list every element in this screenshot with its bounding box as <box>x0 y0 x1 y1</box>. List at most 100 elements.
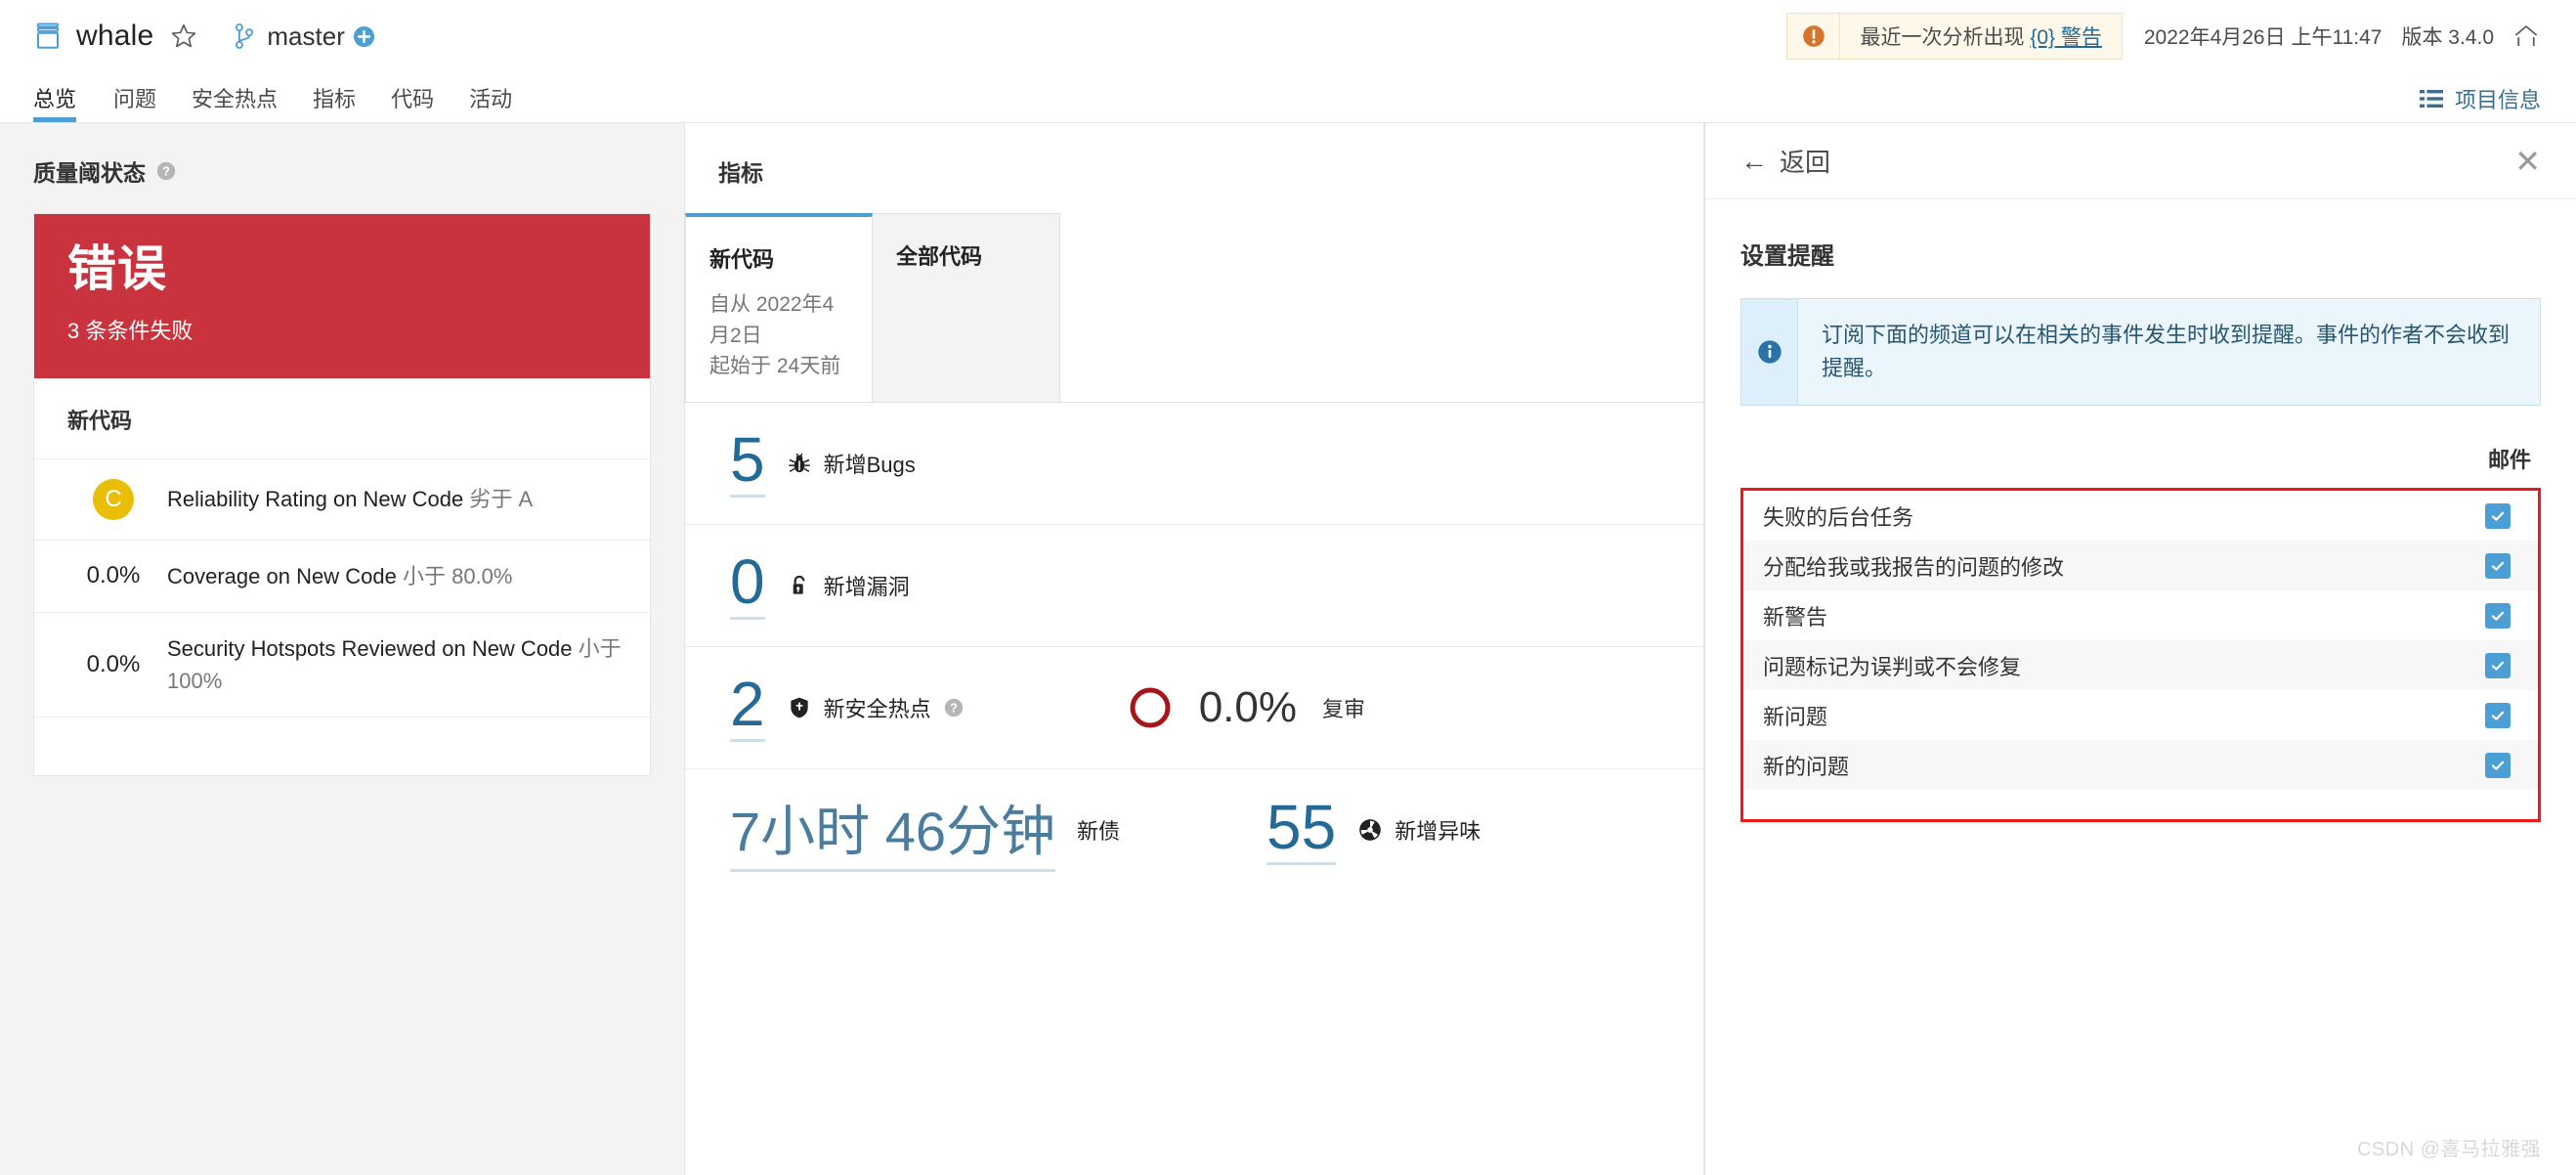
quality-gate-card-footer <box>34 716 650 775</box>
metric-value[interactable]: 5 <box>730 428 765 498</box>
condition-operator: 小于 <box>402 563 446 588</box>
metric-value[interactable]: 2 <box>730 673 765 742</box>
quality-gate-condition-row[interactable]: C Reliability Rating on New Code 劣于 A <box>34 457 650 540</box>
help-icon[interactable]: ? <box>155 160 177 182</box>
quality-gate-card: 错误 3 条条件失败 新代码 C Reliability Rating on N… <box>33 213 651 776</box>
vulnerability-icon <box>787 573 812 598</box>
notification-label: 新警告 <box>1763 604 1828 630</box>
donut-chart-icon <box>1127 684 1174 731</box>
measures-header: 指标 <box>685 154 1703 188</box>
nav-tab-issues[interactable]: 问题 <box>96 72 174 122</box>
quality-gate-column: 质量阈状态 ? 错误 3 条条件失败 新代码 C Reliability Rat… <box>0 123 684 1175</box>
notification-row[interactable]: 新问题 <box>1743 690 2538 741</box>
back-button[interactable]: ← 返回 <box>1740 143 1830 179</box>
notification-checkbox[interactable] <box>2485 602 2511 629</box>
condition-threshold: 100% <box>167 668 223 693</box>
measures-section-title: 指标 <box>718 160 763 186</box>
home-icon[interactable] <box>2512 22 2541 51</box>
technical-debt-label: 新债 <box>1077 819 1121 844</box>
metric-label: 新增Bugs <box>787 448 916 479</box>
period-tab-title: 新代码 <box>709 247 775 272</box>
metric-label-text: 新增Bugs <box>823 452 916 477</box>
notification-row[interactable]: 新警告 <box>1743 590 2538 641</box>
notification-row[interactable]: 问题标记为误判或不会修复 <box>1743 640 2538 691</box>
info-icon <box>1741 299 1798 406</box>
app-root: whale master 最近一次分析出现 {0} 警告 2022年4月26日 … <box>0 0 2576 1175</box>
nav-tab-code[interactable]: 代码 <box>373 72 451 122</box>
notification-checkbox[interactable] <box>2485 702 2511 728</box>
close-icon[interactable]: ✕ <box>2514 146 2541 177</box>
condition-metric: Security Hotspots Reviewed on New Code <box>167 635 573 661</box>
review-percent-value: 0.0% <box>1198 682 1297 731</box>
notification-checkbox[interactable] <box>2485 752 2511 778</box>
period-tab-title: 全部代码 <box>896 244 983 269</box>
nav-tab-security-hotspots[interactable]: 安全热点 <box>174 72 295 122</box>
analysis-warning-box[interactable]: 最近一次分析出现 {0} 警告 <box>1786 13 2123 60</box>
quality-gate-status-banner: 错误 3 条条件失败 <box>34 214 650 378</box>
condition-label: Coverage on New Code 小于 80.0% <box>167 560 512 592</box>
quality-gate-condition-row[interactable]: 0.0% Security Hotspots Reviewed on New C… <box>34 611 650 717</box>
branch-name: master <box>267 21 345 51</box>
metric-row-security-hotspots[interactable]: 2 新安全热点 ? 0.0% 复审 <box>685 647 1703 769</box>
metric-row-bugs[interactable]: 5 新增Bugs <box>685 403 1703 525</box>
metric-value[interactable]: 0 <box>730 550 765 620</box>
help-icon[interactable]: ? <box>943 697 965 718</box>
metric-label: 新安全热点 ? <box>787 692 965 723</box>
project-information-button[interactable]: 项目信息 <box>2419 83 2541 122</box>
condition-threshold: 80.0% <box>451 563 513 588</box>
nav-tab-measures[interactable]: 指标 <box>295 72 373 122</box>
metric-row-vulnerabilities[interactable]: 0 新增漏洞 <box>685 525 1703 647</box>
back-button-label: 返回 <box>1780 148 1831 177</box>
code-smells-group[interactable]: 55 新增异味 <box>1267 796 1481 865</box>
quality-gate-title-text: 质量阈状态 <box>33 160 146 186</box>
metric-row-debt-and-smells: 7小时 46分钟 新债 55 新增异味 <box>685 769 1703 892</box>
condition-value: C <box>60 478 167 520</box>
project-identity: whale master <box>33 20 375 53</box>
notification-label: 新的问题 <box>1763 754 1850 779</box>
notification-row[interactable]: 分配给我或我报告的问题的修改 <box>1743 541 2538 591</box>
notification-checkbox[interactable] <box>2485 652 2511 678</box>
condition-value: 0.0% <box>86 562 141 588</box>
notification-checkbox[interactable] <box>2485 552 2511 579</box>
watermark: CSDN @喜马拉雅强 <box>2356 1139 2541 1160</box>
code-smells-value[interactable]: 55 <box>1267 796 1337 865</box>
analysis-warning-text: 最近一次分析出现 {0} 警告 <box>1840 22 2121 51</box>
technical-debt-value[interactable]: 7小时 46分钟 <box>730 788 1055 872</box>
nav-tab-activity[interactable]: 活动 <box>451 72 530 122</box>
channel-header-email: 邮件 <box>2487 448 2531 473</box>
period-tab-started: 起始于 24天前 <box>709 355 841 377</box>
quality-gate-condition-row[interactable]: 0.0% Coverage on New Code 小于 80.0% <box>34 539 650 612</box>
notifications-panel-title: 设置提醒 <box>1740 243 1834 270</box>
svg-text:?: ? <box>162 164 170 179</box>
branch-icon <box>234 22 255 50</box>
measures-inner: 指标 新代码 自从 2022年4月2日 起始于 24天前 全部代码 5 新增Bu… <box>685 123 1703 892</box>
branch-selector[interactable]: master <box>234 21 345 52</box>
project-name[interactable]: whale <box>76 20 153 53</box>
notification-row[interactable]: 失败的后台任务 <box>1743 491 2538 542</box>
arrow-left-icon: ← <box>1740 145 1768 176</box>
notifications-panel-body: 设置提醒 订阅下面的频道可以在相关的事件发生时收到提醒。事件的作者不会收到提醒。… <box>1705 199 2576 823</box>
condition-value: 0.0% <box>86 650 141 677</box>
condition-label: Reliability Rating on New Code 劣于 A <box>167 483 533 515</box>
metric-label-text: 新增漏洞 <box>823 574 910 599</box>
notification-table-footer <box>1743 790 2538 820</box>
notification-row[interactable]: 新的问题 <box>1743 740 2538 791</box>
warning-count-link[interactable]: {0} 警告 <box>2030 26 2102 49</box>
quality-gate-group-title: 新代码 <box>67 408 133 433</box>
info-banner: 订阅下面的频道可以在相关的事件发生时收到提醒。事件的作者不会收到提醒。 <box>1740 298 2541 407</box>
nav-tab-list: 总览 问题 安全热点 指标 代码 活动 <box>33 72 530 122</box>
warning-icon <box>1787 14 1841 59</box>
notification-checkbox[interactable] <box>2485 502 2511 529</box>
nav-tab-overview[interactable]: 总览 <box>33 72 96 122</box>
condition-label: Security Hotspots Reviewed on New Code 小… <box>167 632 624 697</box>
star-icon[interactable] <box>169 22 198 51</box>
header-status-area: 最近一次分析出现 {0} 警告 2022年4月26日 上午11:47 版本 3.… <box>1786 13 2541 60</box>
period-tab-new-code[interactable]: 新代码 自从 2022年4月2日 起始于 24天前 <box>685 213 873 402</box>
metric-label-text: 新安全热点 <box>823 696 931 721</box>
plus-circle-icon[interactable] <box>353 25 375 48</box>
quality-gate-status: 错误 <box>67 241 167 296</box>
list-icon <box>2419 89 2443 109</box>
period-tab-overall-code[interactable]: 全部代码 <box>873 213 1060 402</box>
security-review-rating[interactable]: 0.0% 复审 <box>1127 683 1365 732</box>
project-version: 版本 3.4.0 <box>2401 26 2494 49</box>
